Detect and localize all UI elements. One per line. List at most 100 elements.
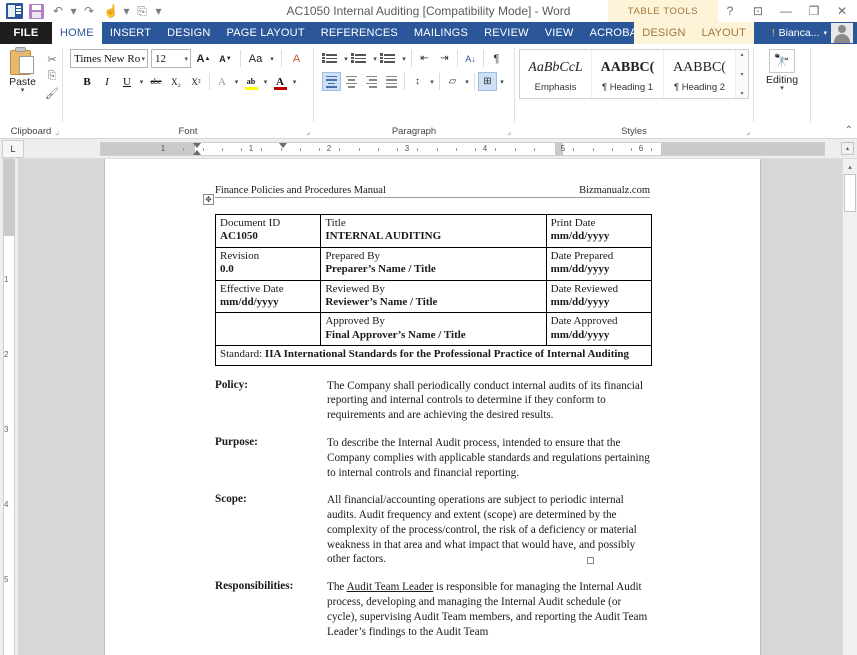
table-cell[interactable] bbox=[216, 313, 321, 346]
styles-scroll[interactable]: ▴ ▾ ▾ bbox=[736, 50, 748, 98]
styles-scroll-up-icon[interactable]: ▴ bbox=[740, 51, 743, 58]
minimize-button[interactable]: — bbox=[773, 1, 799, 21]
clear-formatting-icon[interactable]: A bbox=[287, 49, 306, 68]
save-icon[interactable] bbox=[25, 2, 47, 21]
table-cell[interactable]: Date Approved mm/dd/yyyy bbox=[546, 313, 651, 346]
document-control-table[interactable]: Document ID AC1050 Title INTERNAL AUDITI… bbox=[215, 214, 652, 366]
undo-icon[interactable]: ↶ bbox=[47, 2, 69, 21]
horizontal-ruler[interactable]: 1 1 2 3 4 5 6 bbox=[100, 142, 825, 156]
change-case-caret-icon[interactable]: ▾ bbox=[268, 55, 276, 63]
style-item-emphasis[interactable]: AaBbCcL Emphasis bbox=[520, 50, 592, 98]
document-page[interactable]: Finance Policies and Procedures Manual B… bbox=[104, 159, 761, 655]
superscript-button[interactable]: X² bbox=[187, 72, 206, 91]
undo-caret-icon[interactable]: ▾ bbox=[69, 2, 78, 21]
underline-caret-icon[interactable]: ▾ bbox=[138, 78, 146, 86]
restore-button[interactable]: ❐ bbox=[801, 1, 827, 21]
tab-page-layout[interactable]: PAGE LAYOUT bbox=[219, 22, 313, 44]
paragraph-dialog-launcher[interactable]: ⌟ bbox=[507, 127, 511, 136]
borders-button[interactable]: ⊞ bbox=[478, 72, 497, 91]
font-name-caret-icon[interactable]: ▾ bbox=[141, 55, 147, 63]
account-caret-icon[interactable]: ▾ bbox=[823, 29, 827, 37]
close-button[interactable]: ✕ bbox=[829, 1, 855, 21]
font-color-icon[interactable]: A bbox=[271, 72, 290, 91]
strikethrough-button[interactable]: abc bbox=[147, 72, 166, 91]
table-move-handle[interactable]: ✥ bbox=[203, 194, 214, 205]
ribbon-display-options-button[interactable]: ⊡ bbox=[745, 1, 771, 21]
font-size-input[interactable]: 12 ▾ bbox=[151, 49, 191, 68]
scroll-up-arrow-top[interactable]: ▴ bbox=[841, 142, 854, 155]
cut-icon[interactable]: ✂ bbox=[44, 51, 61, 67]
subscript-button[interactable]: X₂ bbox=[167, 72, 186, 91]
font-name-input[interactable]: Times New Ro ▾ bbox=[70, 49, 148, 68]
line-spacing-button[interactable]: ↕ bbox=[408, 72, 427, 91]
font-dialog-launcher[interactable]: ⌟ bbox=[306, 127, 310, 136]
tab-home[interactable]: HOME bbox=[52, 22, 102, 44]
scrollbar-up-arrow[interactable]: ▴ bbox=[843, 159, 857, 174]
text-effects-icon[interactable]: A bbox=[213, 72, 232, 91]
bullets-button[interactable] bbox=[322, 49, 341, 68]
touch-mode-icon[interactable]: ☝ bbox=[100, 2, 122, 21]
table-cell[interactable]: Reviewed By Reviewer’s Name / Title bbox=[321, 280, 546, 313]
style-item-heading-1[interactable]: AABBC( ¶ Heading 1 bbox=[592, 50, 664, 98]
editing-caret-icon[interactable]: ▾ bbox=[780, 86, 784, 92]
account-area[interactable]: ! Bianca... ▾ bbox=[772, 22, 857, 44]
collapse-ribbon-button[interactable]: ⌃ bbox=[845, 125, 853, 136]
text-effects-caret-icon[interactable]: ▾ bbox=[233, 78, 241, 86]
italic-button[interactable]: I bbox=[98, 72, 117, 91]
table-cell[interactable]: Date Prepared mm/dd/yyyy bbox=[546, 247, 651, 280]
tab-design[interactable]: DESIGN bbox=[159, 22, 218, 44]
touch-caret-icon[interactable]: ▾ bbox=[122, 2, 131, 21]
avatar[interactable] bbox=[831, 23, 853, 43]
tab-insert[interactable]: INSERT bbox=[102, 22, 159, 44]
highlight-icon[interactable]: ab bbox=[242, 72, 261, 91]
justify-button[interactable] bbox=[382, 72, 401, 91]
customize-qat-icon[interactable]: ▾ bbox=[153, 2, 164, 21]
borders-caret-icon[interactable]: ▾ bbox=[498, 78, 506, 86]
styles-more-icon[interactable]: ▾ bbox=[740, 90, 743, 97]
vertical-ruler[interactable]: 1 2 3 4 5 bbox=[0, 159, 18, 655]
table-resize-handle[interactable] bbox=[587, 557, 594, 564]
paste-button[interactable]: Paste ▾ bbox=[2, 47, 44, 101]
tab-mailings[interactable]: MAILINGS bbox=[406, 22, 476, 44]
show-formatting-marks-button[interactable]: ¶ bbox=[487, 49, 506, 68]
numbering-button[interactable] bbox=[351, 49, 370, 68]
copy-format-icon[interactable]: ⎘ bbox=[131, 2, 153, 21]
paste-caret-icon[interactable]: ▾ bbox=[21, 88, 25, 94]
align-center-button[interactable] bbox=[342, 72, 361, 91]
tab-view[interactable]: VIEW bbox=[537, 22, 582, 44]
numbering-caret-icon[interactable]: ▾ bbox=[371, 55, 379, 63]
underline-button[interactable]: U bbox=[118, 72, 137, 91]
highlight-caret-icon[interactable]: ▾ bbox=[262, 78, 270, 86]
multilevel-list-button[interactable] bbox=[380, 49, 399, 68]
shading-caret-icon[interactable]: ▾ bbox=[463, 78, 471, 86]
format-painter-icon[interactable]: 🖌 bbox=[44, 85, 61, 101]
font-color-caret-icon[interactable]: ▾ bbox=[291, 78, 299, 86]
table-cell[interactable]: Revision 0.0 bbox=[216, 247, 321, 280]
shrink-font-icon[interactable]: A▼ bbox=[216, 49, 235, 68]
table-cell[interactable]: Print Date mm/dd/yyyy bbox=[546, 215, 651, 248]
table-cell[interactable]: Title INTERNAL AUDITING bbox=[321, 215, 546, 248]
copy-icon[interactable]: ⎘ bbox=[44, 68, 61, 84]
tab-table-layout[interactable]: LAYOUT bbox=[694, 22, 754, 44]
line-spacing-caret-icon[interactable]: ▾ bbox=[428, 78, 436, 86]
multilevel-caret-icon[interactable]: ▾ bbox=[400, 55, 408, 63]
vertical-scrollbar[interactable]: ▴ bbox=[842, 159, 857, 655]
increase-indent-button[interactable]: ⇥ bbox=[435, 49, 454, 68]
change-case-icon[interactable]: Aa bbox=[246, 49, 265, 68]
table-cell[interactable]: Prepared By Preparer’s Name / Title bbox=[321, 247, 546, 280]
editing-button[interactable]: 🔭 Editing ▾ bbox=[766, 49, 798, 92]
font-size-caret-icon[interactable]: ▾ bbox=[184, 55, 190, 63]
styles-scroll-down-icon[interactable]: ▾ bbox=[740, 71, 743, 78]
tab-references[interactable]: REFERENCES bbox=[313, 22, 406, 44]
quick-access-toolbar[interactable]: ↶ ▾ ↷ ☝ ▾ ⎘ ▾ bbox=[0, 2, 164, 21]
table-cell[interactable]: Document ID AC1050 bbox=[216, 215, 321, 248]
table-cell-standard[interactable]: Standard: IIA International Standards fo… bbox=[216, 346, 652, 365]
style-item-heading-2[interactable]: AABBC( ¶ Heading 2 bbox=[664, 50, 736, 98]
table-cell[interactable]: Effective Date mm/dd/yyyy bbox=[216, 280, 321, 313]
help-button[interactable]: ? bbox=[717, 1, 743, 21]
styles-dialog-launcher[interactable]: ⌟ bbox=[746, 127, 750, 136]
decrease-indent-button[interactable]: ⇤ bbox=[415, 49, 434, 68]
redo-icon[interactable]: ↷ bbox=[78, 2, 100, 21]
tab-stop-selector[interactable]: L bbox=[2, 140, 24, 158]
table-cell[interactable]: Date Reviewed mm/dd/yyyy bbox=[546, 280, 651, 313]
